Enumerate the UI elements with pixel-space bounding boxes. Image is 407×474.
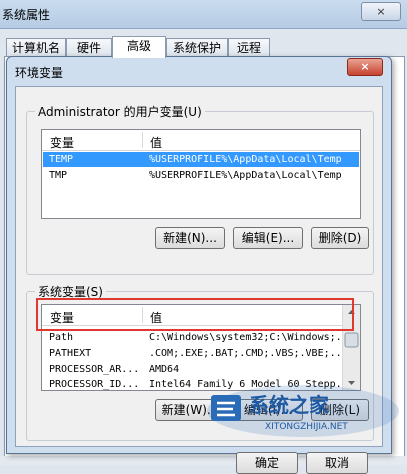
user-var-row-tmp[interactable]: TMP %USERPROFILE%\AppData\Local\Temp <box>43 168 359 183</box>
user-var-value: %USERPROFILE%\AppData\Local\Temp <box>149 170 342 181</box>
system-var-row-path[interactable]: Path C:\Windows\system32;C:\Windows;... <box>43 330 354 345</box>
ok-button[interactable]: 确定 <box>236 452 298 474</box>
system-var-name: PATHEXT <box>49 348 92 359</box>
user-variables-list[interactable]: 变量 值 TEMP %USERPROFILE%\AppData\Local\Te… <box>41 129 361 219</box>
tab-advanced[interactable]: 高级 <box>112 36 166 58</box>
system-var-name: Path <box>49 332 74 343</box>
scroll-thumb[interactable] <box>344 332 359 348</box>
user-col-variable[interactable]: 变量 <box>50 134 74 151</box>
tab-computer-name[interactable]: 计算机名 <box>6 38 66 57</box>
user-var-row-temp[interactable]: TEMP %USERPROFILE%\AppData\Local\Temp <box>43 152 359 167</box>
dialog-title: 环境变量 <box>15 66 64 80</box>
system-var-value: AMD64 <box>149 364 180 375</box>
outer-close-button[interactable]: × <box>361 2 401 21</box>
tab-remote[interactable]: 远程 <box>228 38 270 57</box>
system-var-row-processor-arch[interactable]: PROCESSOR_AR... AMD64 <box>43 362 341 377</box>
watermark: 系统之家 XITONGZHIJIA.NET <box>205 381 401 441</box>
user-variables-label: Administrator 的用户变量(U) <box>35 103 205 120</box>
user-variables-group: Administrator 的用户变量(U) 变量 值 TEMP %USERPR… <box>26 103 374 275</box>
watermark-url: XITONGZHIJIA.NET <box>265 422 348 432</box>
system-var-value: .COM;.EXE;.BAT;.CMD;.VBS;.VBE;... <box>149 348 348 359</box>
outer-title-bar: 系统属性 × <box>0 0 407 29</box>
cancel-button[interactable]: 取消 <box>306 452 368 474</box>
dialog-close-button[interactable]: × <box>347 58 383 76</box>
system-var-value: C:\Windows\system32;C:\Windows;... <box>149 332 354 343</box>
user-var-name: TMP <box>49 170 68 181</box>
system-var-name: PROCESSOR_ID... <box>49 379 140 390</box>
system-var-row-pathext[interactable]: PATHEXT .COM;.EXE;.BAT;.CMD;.VBS;.VBE;..… <box>43 346 348 361</box>
path-row-highlight <box>36 298 354 331</box>
outer-window-title: 系统属性 <box>2 8 51 22</box>
user-edit-button[interactable]: 编辑(E)... <box>233 227 303 249</box>
tab-hardware[interactable]: 硬件 <box>66 38 112 57</box>
tab-system-protection[interactable]: 系统保护 <box>166 38 228 57</box>
watermark-logo-icon <box>211 395 241 421</box>
user-delete-button[interactable]: 删除(D) <box>311 227 369 249</box>
watermark-graphic: 系统之家 XITONGZHIJIA.NET <box>207 385 399 437</box>
user-variables-header: 变量 值 <box>42 130 360 151</box>
watermark-name: 系统之家 <box>249 393 330 417</box>
system-var-name: PROCESSOR_AR... <box>49 364 140 375</box>
user-col-value[interactable]: 值 <box>150 134 162 151</box>
user-var-value: %USERPROFILE%\AppData\Local\Temp <box>149 154 342 165</box>
user-var-name: TEMP <box>49 154 74 165</box>
user-new-button[interactable]: 新建(N)... <box>155 227 225 249</box>
column-divider[interactable] <box>142 132 143 148</box>
